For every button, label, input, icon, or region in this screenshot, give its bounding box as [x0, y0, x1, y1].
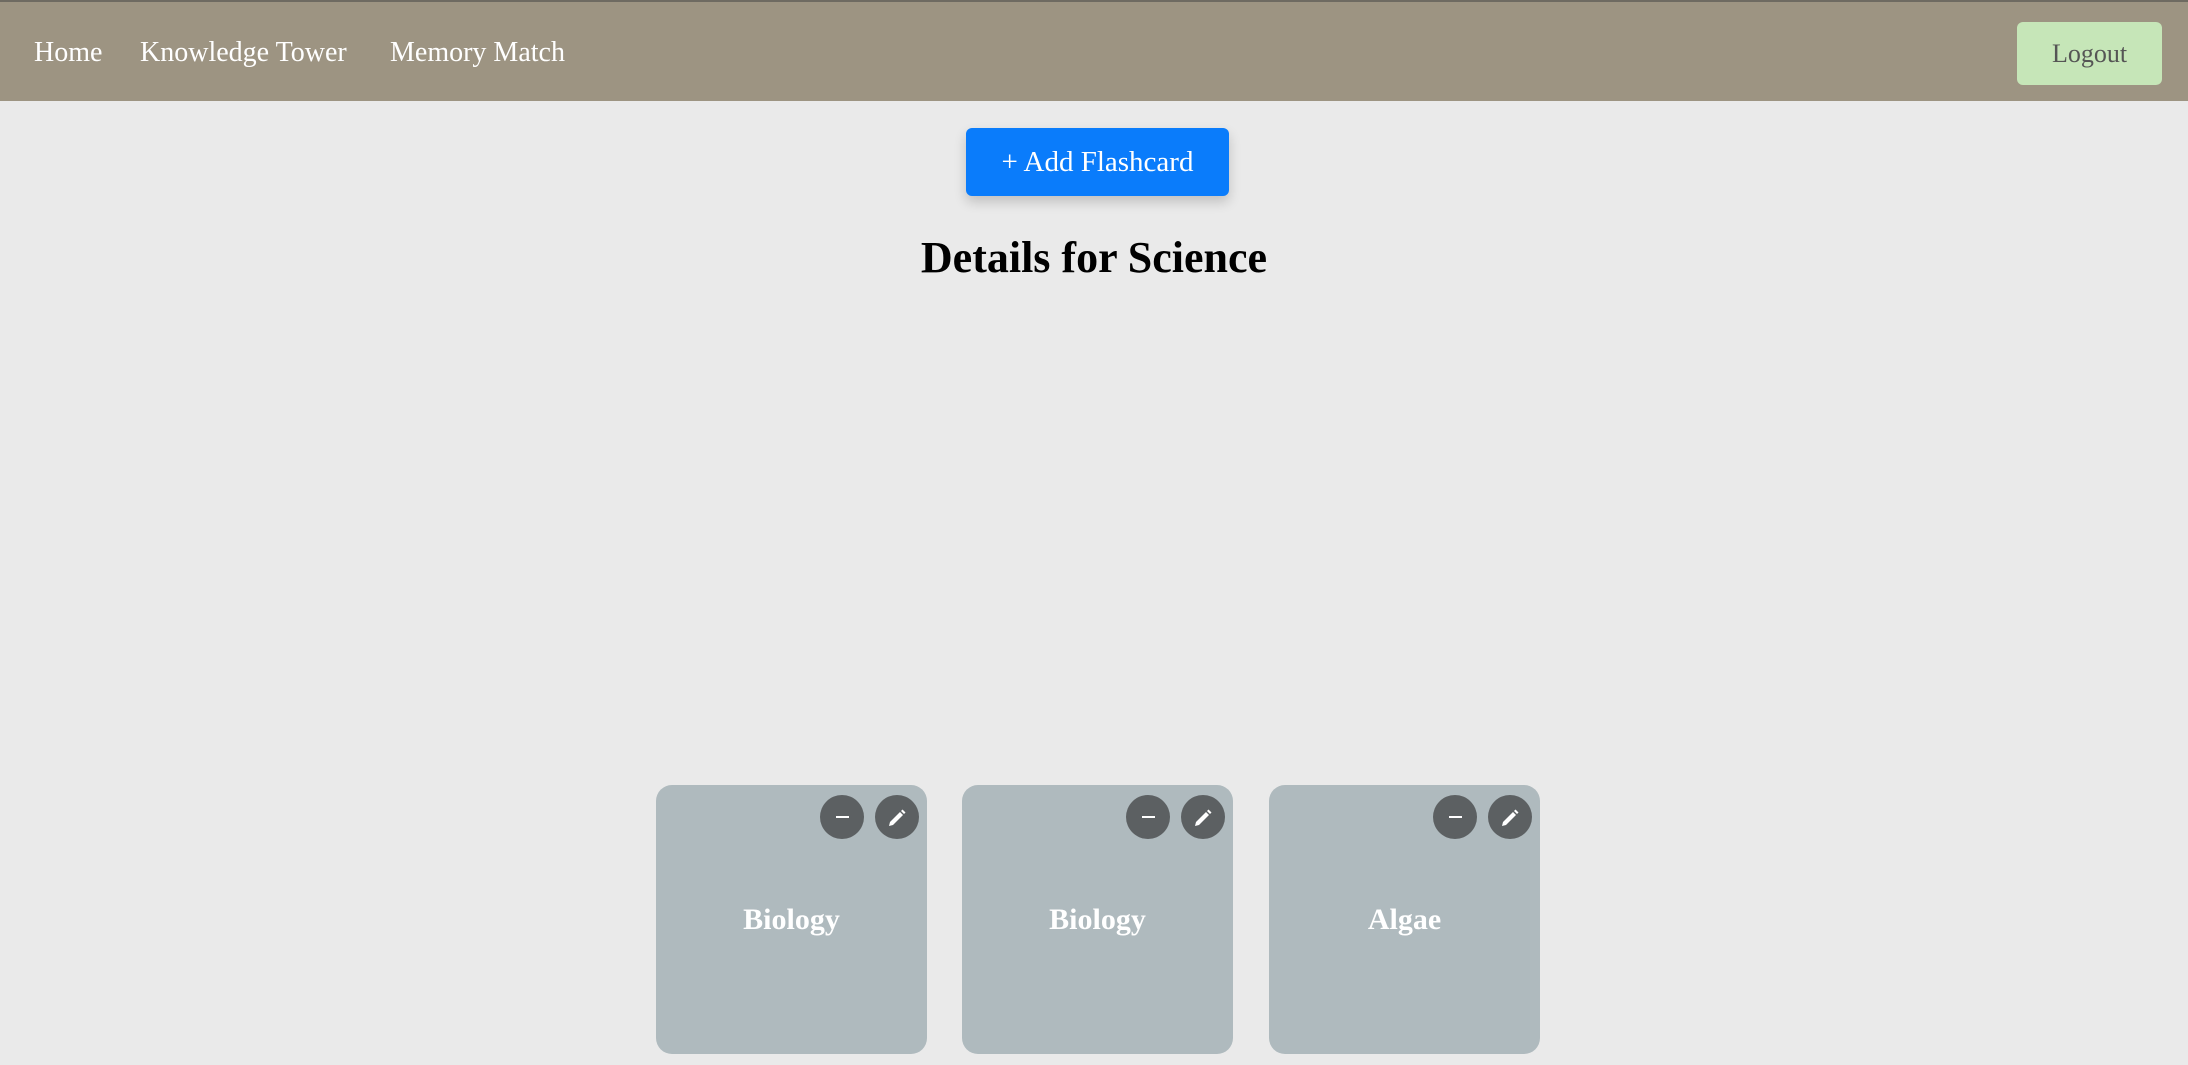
- pencil-icon: [1195, 809, 1212, 826]
- remove-flashcard-button[interactable]: [1433, 795, 1477, 839]
- nav-link-knowledge-tower[interactable]: Knowledge Tower: [140, 2, 347, 103]
- minus-icon: [1448, 816, 1462, 818]
- top-navbar: Home Knowledge Tower Memory Match Logout: [0, 0, 2188, 101]
- pencil-icon: [889, 809, 906, 826]
- nav-link-home[interactable]: Home: [34, 2, 102, 103]
- flashcard[interactable]: Biology: [656, 785, 927, 1054]
- edit-flashcard-button[interactable]: [875, 795, 919, 839]
- edit-flashcard-button[interactable]: [1181, 795, 1225, 839]
- pencil-icon: [1502, 809, 1519, 826]
- nav-link-memory-match[interactable]: Memory Match: [390, 2, 565, 103]
- minus-icon: [1141, 816, 1155, 818]
- flashcard[interactable]: Algae: [1269, 785, 1540, 1054]
- page-title: Details for Science: [920, 233, 1268, 282]
- remove-flashcard-button[interactable]: [1126, 795, 1170, 839]
- minus-icon: [835, 816, 849, 818]
- flashcard[interactable]: Biology: [962, 785, 1233, 1054]
- edit-flashcard-button[interactable]: [1488, 795, 1532, 839]
- logout-button[interactable]: Logout: [2017, 22, 2162, 85]
- remove-flashcard-button[interactable]: [820, 795, 864, 839]
- add-flashcard-button[interactable]: + Add Flashcard: [966, 128, 1229, 196]
